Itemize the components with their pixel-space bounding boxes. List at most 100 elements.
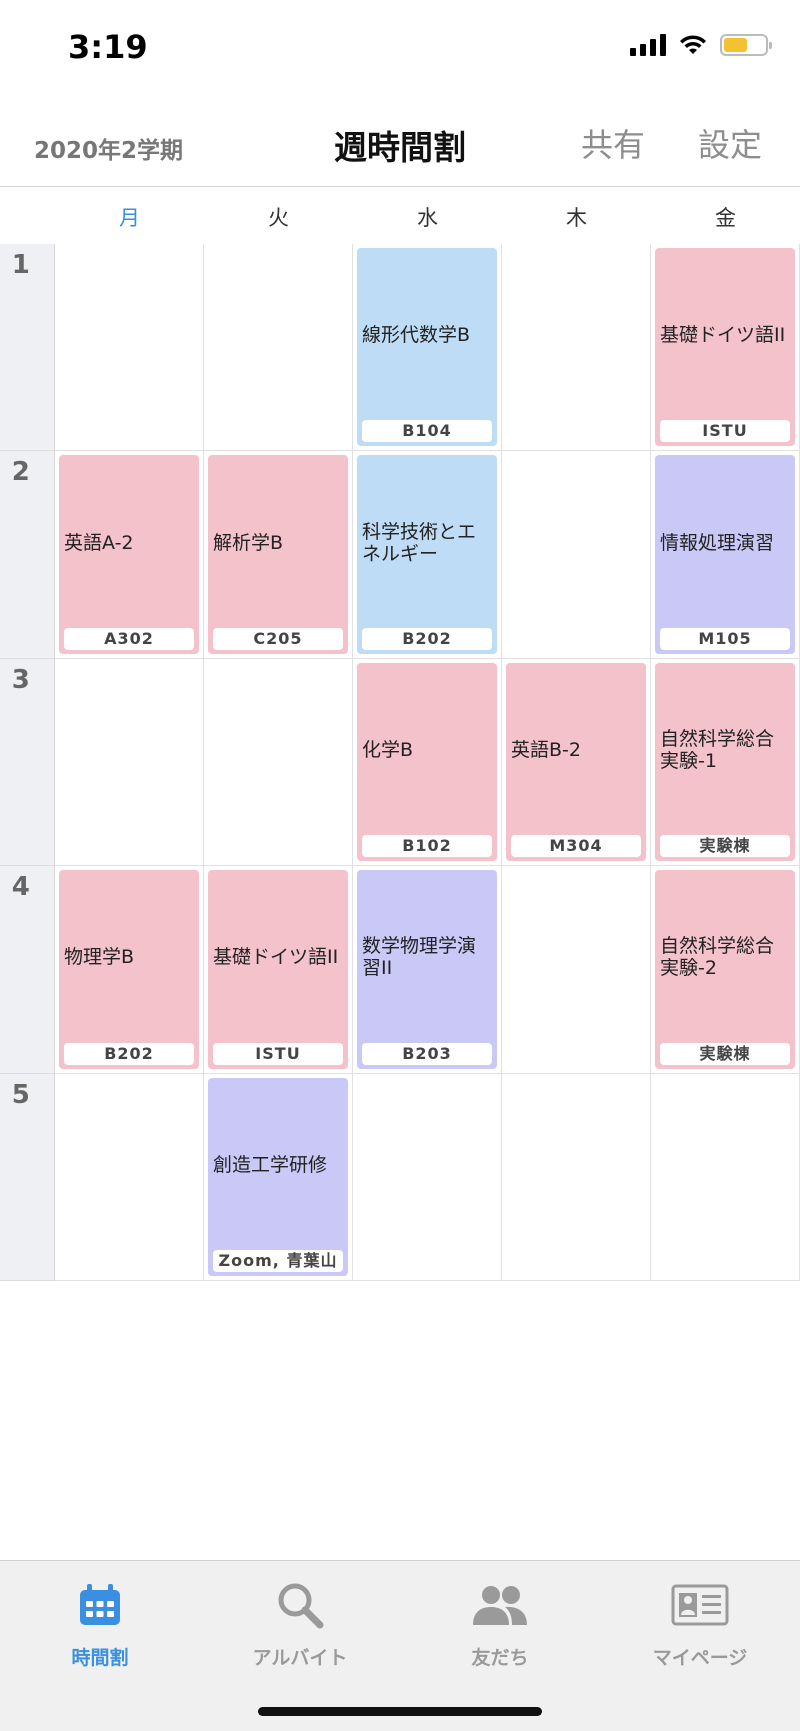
period-number: 3 [11, 664, 30, 695]
course-card[interactable]: 創造工学研修 Zoom, 青葉山 [208, 1077, 348, 1276]
course-room: B202 [362, 627, 492, 650]
signal-icon [630, 34, 666, 56]
weekday-5: 金 [715, 206, 736, 230]
home-indicator [258, 1707, 542, 1716]
course-card[interactable]: 自然科学総合実験-1 実験棟 [655, 662, 795, 862]
timetable-cell[interactable] [204, 244, 353, 452]
timetable-cell[interactable] [55, 658, 204, 867]
timetable-cell[interactable] [55, 244, 204, 452]
period-label: 4 [0, 866, 55, 1074]
tab-4[interactable]: マイページ [600, 1575, 800, 1670]
course-name: 英語B-2 [511, 738, 581, 761]
weekday-2: 火 [268, 206, 289, 230]
timetable-cell[interactable] [353, 1073, 502, 1281]
weekday-4: 木 [566, 206, 587, 230]
timetable-cell[interactable]: 線形代数学B B104 [353, 244, 502, 452]
course-room: B102 [362, 835, 492, 858]
timetable-cell[interactable]: 基礎ドイツ語II ISTU [651, 244, 800, 452]
calendar-icon [0, 1575, 200, 1635]
course-room: 実験棟 [660, 835, 790, 858]
course-name: 基礎ドイツ語II [660, 324, 786, 347]
period-number: 1 [11, 250, 30, 280]
timetable-cell[interactable]: 科学技術とエネルギー B202 [353, 451, 502, 659]
course-name: 創造工学研修 [213, 1153, 328, 1176]
course-room: B202 [64, 1042, 194, 1065]
weekday-3: 水 [417, 206, 438, 230]
tab-3[interactable]: 友だち [400, 1575, 600, 1670]
header: 2020年2学期 週時間割 共有 設定 [0, 95, 800, 187]
timetable-cell[interactable] [502, 451, 651, 659]
course-card[interactable]: 基礎ドイツ語II ISTU [208, 870, 348, 1069]
timetable-cell[interactable] [55, 1073, 204, 1281]
course-name: 英語A-2 [64, 531, 134, 554]
period-number: 4 [11, 872, 30, 903]
course-room: Zoom, 青葉山 [213, 1249, 343, 1272]
course-name: 物理学B [64, 946, 135, 969]
course-card[interactable]: 線形代数学B B104 [357, 248, 497, 447]
course-name: 化学B [362, 738, 414, 761]
timetable-cell[interactable] [651, 1073, 800, 1281]
friends-icon [400, 1575, 600, 1635]
term-selector[interactable]: 2020年2学期 [34, 131, 183, 165]
course-card[interactable]: 物理学B B202 [59, 870, 199, 1069]
course-card[interactable]: 化学B B102 [357, 662, 497, 862]
timetable-cell[interactable]: 自然科学総合実験-1 実験棟 [651, 658, 800, 867]
course-card[interactable]: 情報処理演習 M105 [655, 455, 795, 654]
timetable-cell[interactable] [502, 866, 651, 1074]
timetable-cell[interactable] [204, 658, 353, 867]
period-number: 5 [11, 1079, 30, 1110]
timetable-cell[interactable]: 創造工学研修 Zoom, 青葉山 [204, 1073, 353, 1281]
timetable-cell[interactable]: 物理学B B202 [55, 866, 204, 1074]
weekday-1: 月 [119, 206, 140, 230]
course-card[interactable]: 英語B-2 M304 [506, 662, 646, 862]
period-label: 1 [0, 244, 55, 452]
course-card[interactable]: 基礎ドイツ語II ISTU [655, 248, 795, 447]
course-card[interactable]: 英語A-2 A302 [59, 455, 199, 654]
course-card[interactable]: 科学技術とエネルギー B202 [357, 455, 497, 654]
period-label: 5 [0, 1073, 55, 1281]
id-card-icon [600, 1575, 800, 1635]
course-room: A302 [64, 627, 194, 650]
timetable-cell[interactable]: 基礎ドイツ語II ISTU [204, 866, 353, 1074]
wifi-icon [680, 35, 706, 54]
course-name: 解析学B [213, 531, 284, 554]
course-name: 自然科学総合実験-1 [660, 727, 775, 772]
course-name: 線形代数学B [362, 324, 471, 347]
course-room: M304 [511, 835, 641, 858]
course-room: 実験棟 [660, 1042, 790, 1065]
course-room: C205 [213, 627, 343, 650]
settings-button[interactable]: 設定 [698, 120, 762, 166]
timetable-cell[interactable]: 情報処理演習 M105 [651, 451, 800, 659]
course-card[interactable]: 自然科学総合実験-2 実験棟 [655, 870, 795, 1069]
course-room: ISTU [660, 420, 790, 443]
timetable-cell[interactable]: 化学B B102 [353, 658, 502, 867]
tab-bar: 時間割 アルバイト 友だち マイページ [0, 1560, 800, 1731]
course-name: 基礎ドイツ語II [213, 946, 339, 969]
course-card[interactable]: 解析学B C205 [208, 455, 348, 654]
period-number: 2 [11, 457, 30, 488]
tab-label: マイページ [652, 1647, 748, 1669]
share-button[interactable]: 共有 [581, 120, 645, 166]
status-bar: 3:19 [0, 0, 800, 95]
timetable-cell[interactable] [502, 1073, 651, 1281]
timetable-cell[interactable]: 数学物理学演習II B203 [353, 866, 502, 1074]
search-icon [200, 1575, 400, 1635]
battery-icon [720, 34, 772, 56]
course-name: 科学技術とエネルギー [362, 520, 477, 565]
tab-1[interactable]: 時間割 [0, 1575, 200, 1670]
period-label: 2 [0, 451, 55, 659]
course-room: B104 [362, 420, 492, 443]
tab-label: 時間割 [71, 1647, 129, 1669]
tab-2[interactable]: アルバイト [200, 1575, 400, 1670]
timetable-cell[interactable]: 英語A-2 A302 [55, 451, 204, 659]
timetable-cell[interactable]: 自然科学総合実験-2 実験棟 [651, 866, 800, 1074]
course-card[interactable]: 数学物理学演習II B203 [357, 870, 497, 1069]
course-room: M105 [660, 627, 790, 650]
course-name: 数学物理学演習II [362, 935, 477, 980]
status-time: 3:19 [68, 28, 148, 66]
timetable-cell[interactable]: 解析学B C205 [204, 451, 353, 659]
status-icons [630, 34, 772, 56]
period-label: 3 [0, 658, 55, 867]
timetable-cell[interactable]: 英語B-2 M304 [502, 658, 651, 867]
timetable-cell[interactable] [502, 244, 651, 452]
